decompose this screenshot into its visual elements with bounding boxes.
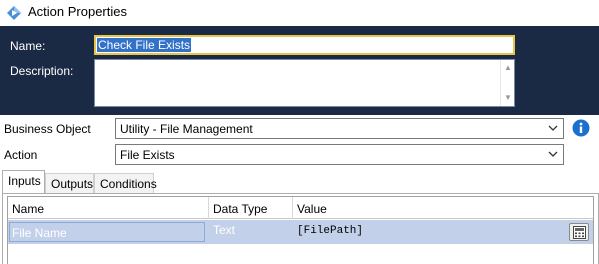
table-row[interactable]: File Name Text [FilePath] [8, 220, 593, 244]
description-scrollbar[interactable]: ▲ ▼ [500, 60, 514, 106]
title-bar: Action Properties [0, 0, 599, 26]
chevron-down-icon[interactable] [547, 148, 559, 160]
column-header-value[interactable]: Value [293, 197, 593, 219]
row-name-cell[interactable]: File Name [9, 222, 205, 242]
header-panel: Name: Check File Exists Description: ▲ ▼ [0, 26, 599, 115]
inputs-panel: Name Data Type Value File Name Text [Fil… [2, 193, 599, 264]
window-title: Action Properties [28, 4, 127, 19]
tab-strip: Inputs Outputs Conditions [0, 170, 599, 194]
column-header-name[interactable]: Name [8, 197, 209, 219]
tab-conditions[interactable]: Conditions [94, 173, 157, 193]
tab-outputs-label: Outputs [51, 177, 94, 191]
tab-outputs[interactable]: Outputs [45, 173, 94, 193]
action-value: File Exists [120, 148, 175, 162]
column-header-data-type[interactable]: Data Type [209, 197, 293, 219]
row-data-type-cell: Text [213, 223, 236, 237]
name-input-value: Check File Exists [97, 38, 192, 52]
name-label: Name: [10, 39, 46, 53]
tab-inputs[interactable]: Inputs [2, 170, 45, 194]
tab-conditions-label: Conditions [100, 177, 157, 191]
business-object-value: Utility - File Management [120, 122, 253, 136]
business-object-label: Business Object [4, 122, 91, 136]
chevron-down-icon[interactable] [547, 122, 559, 134]
description-input[interactable]: ▲ ▼ [94, 59, 515, 107]
app-icon [6, 5, 22, 21]
inputs-grid: Name Data Type Value File Name Text [Fil… [7, 196, 594, 264]
name-input[interactable]: Check File Exists [94, 35, 515, 55]
row-value-cell[interactable]: [FilePath] [297, 225, 363, 237]
action-label: Action [4, 148, 38, 162]
calculator-button[interactable] [569, 223, 589, 241]
scroll-up-icon[interactable]: ▲ [501, 62, 515, 74]
calculator-icon [573, 226, 586, 239]
business-object-dropdown[interactable]: Utility - File Management [115, 118, 564, 139]
grid-header: Name Data Type Value [8, 197, 593, 219]
info-icon[interactable] [572, 119, 590, 137]
description-label: Description: [10, 64, 74, 78]
tab-inputs-label: Inputs [8, 174, 41, 188]
action-dropdown[interactable]: File Exists [115, 144, 564, 165]
scroll-down-icon[interactable]: ▼ [501, 92, 515, 104]
